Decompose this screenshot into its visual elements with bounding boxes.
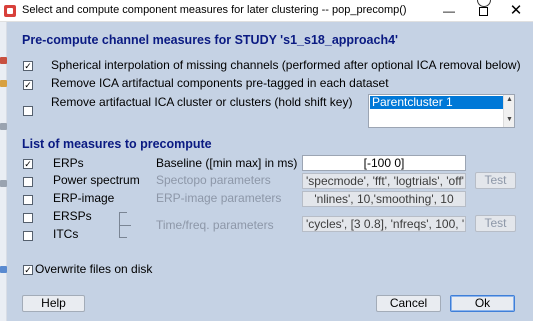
edge-marker-icon [0,57,7,64]
minimize-button[interactable]: — [432,0,466,22]
remove-ica-tagged-label: Remove ICA artifactual components pre-ta… [51,76,389,90]
cancel-button[interactable]: Cancel [376,295,441,312]
edge-marker-icon [0,266,7,273]
timefreq-params-input[interactable]: 'cycles', [3 0.8], 'nfreqs', 100, 'ntime… [302,216,466,232]
spectopo-params-input[interactable]: 'specmode', 'fft', 'logtrials', 'off' [302,173,466,189]
window-title: Select and compute component measures fo… [22,4,407,16]
itcs-label: ITCs [53,227,79,241]
maximize-icon [478,7,488,17]
check-icon: ✓ [24,265,32,275]
ok-button[interactable]: Ok [450,295,515,312]
remove-ica-cluster-label: Remove artifactual ICA cluster or cluste… [51,95,353,109]
help-button[interactable]: Help [22,295,85,312]
edge-marker-icon [0,80,7,87]
itcs-checkbox[interactable] [23,231,33,241]
power-spectrum-label: Power spectrum [53,173,140,187]
power-spectrum-checkbox[interactable] [23,177,33,187]
check-icon: ✓ [24,159,32,169]
matlab-app-icon [4,5,16,17]
erp-image-label: ERP-image [53,191,115,205]
edge-marker-icon [0,123,7,130]
background-window-edge [0,22,7,321]
precompute-heading: Pre-compute channel measures for STUDY '… [22,33,399,47]
spherical-interp-label: Spherical interpolation of missing chann… [51,58,521,72]
erp-image-params-input[interactable]: 'nlines', 10,'smoothing', 10 [302,191,466,207]
overwrite-checkbox[interactable]: ✓ [23,265,33,275]
spectrum-test-button[interactable]: Test [475,172,516,189]
erp-image-params-label: ERP-image parameters [156,191,282,205]
baseline-label: Baseline ([min max] in ms) [156,156,298,170]
listbox-scrollbar[interactable]: ▲ ▼ [503,95,514,127]
list-item[interactable]: Parentcluster 1 [370,96,503,109]
spherical-interp-checkbox[interactable]: ✓ [23,61,33,71]
check-icon: ✓ [24,61,32,71]
title-bar: Select and compute component measures fo… [0,0,533,22]
timefreq-params-label: Time/freq. parameters [156,218,274,232]
scroll-down-icon[interactable]: ▼ [504,116,515,123]
edge-marker-icon [0,180,7,187]
remove-ica-tagged-checkbox[interactable]: ✓ [23,80,33,90]
remove-ica-cluster-checkbox[interactable] [23,106,33,116]
ersps-label: ERSPs [53,209,92,223]
spectopo-params-label: Spectopo parameters [156,173,271,187]
timefreq-test-button[interactable]: Test [475,215,516,232]
erp-image-checkbox[interactable] [23,195,33,205]
erps-checkbox[interactable]: ✓ [23,159,33,169]
baseline-input[interactable]: [-100 0] [302,155,466,171]
close-button[interactable]: ✕ [499,0,533,22]
cluster-listbox[interactable]: Parentcluster 1 ▲ ▼ [368,94,515,128]
erps-label: ERPs [53,156,84,170]
ersps-checkbox[interactable] [23,213,33,223]
measures-heading: List of measures to precompute [22,137,212,151]
scroll-up-icon[interactable]: ▲ [504,96,515,103]
ersp-itc-bracket-tick [119,225,131,226]
overwrite-label: Overwrite files on disk [35,262,153,276]
check-icon: ✓ [24,80,32,90]
